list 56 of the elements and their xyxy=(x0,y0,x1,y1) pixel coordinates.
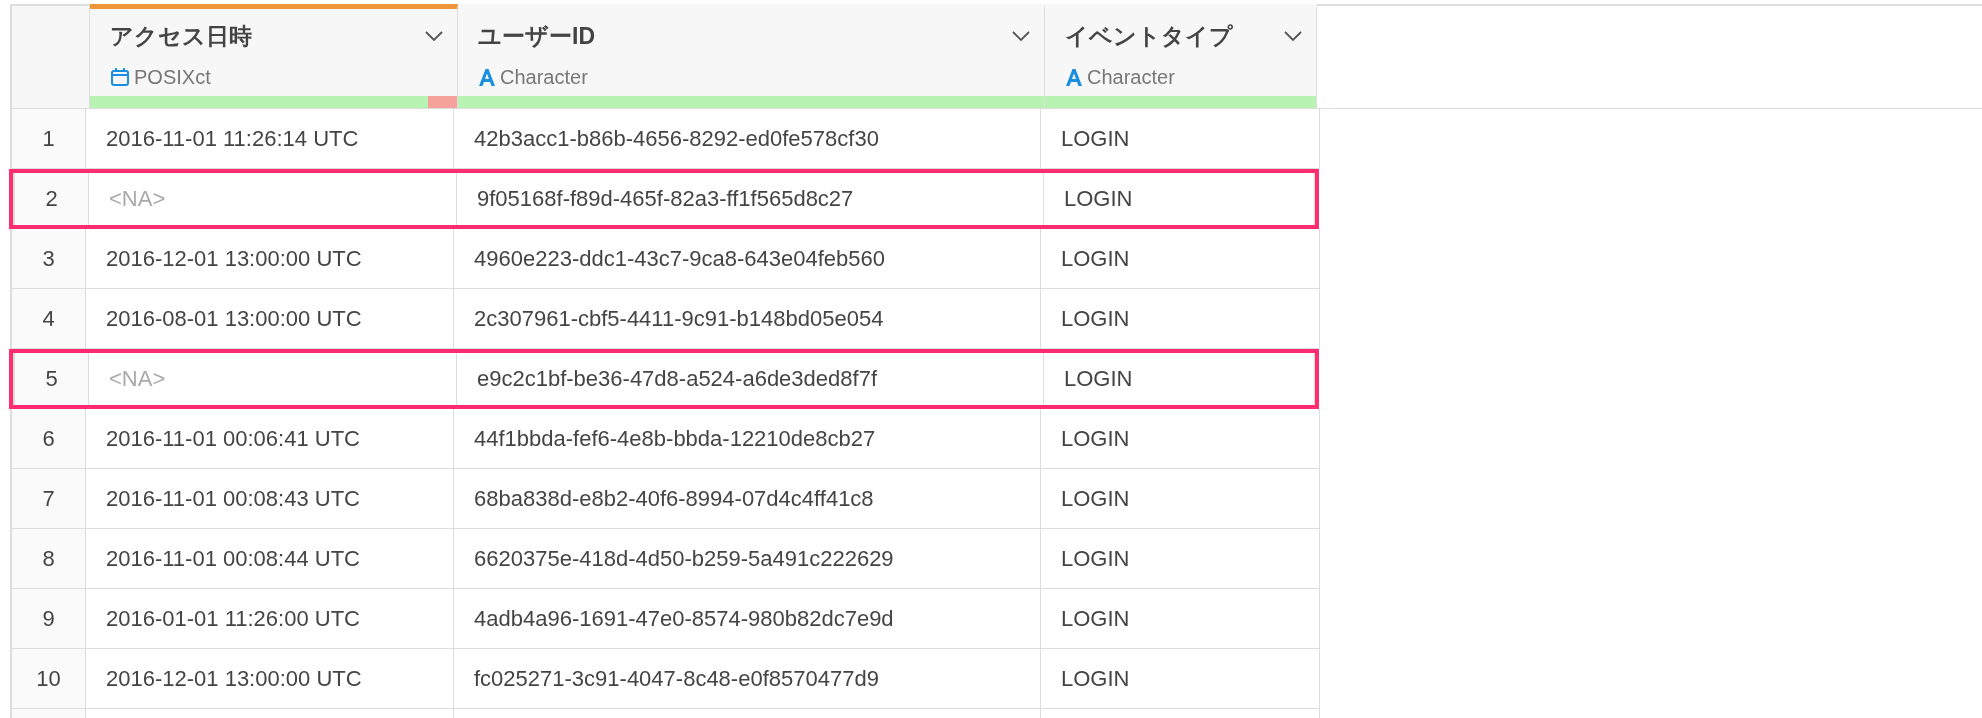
row-number: 2 xyxy=(13,173,89,225)
missing-share-bar xyxy=(427,96,457,108)
column-header[interactable]: アクセス日時 POSIXct xyxy=(90,4,458,108)
chevron-down-icon[interactable] xyxy=(1284,31,1302,42)
chevron-down-icon[interactable] xyxy=(425,31,443,42)
table-cell: 9f05168f-f89d-465f-82a3-ff1f565d8c27 xyxy=(457,173,1044,225)
table-cell: <NA> xyxy=(89,173,457,225)
letter-a-icon xyxy=(1065,67,1083,87)
column-type: Character xyxy=(1087,65,1175,89)
table-cell: 2016-11-01 11:26:14 UTC xyxy=(86,109,454,168)
table-cell: LOGIN xyxy=(1041,409,1320,468)
column-header[interactable]: ユーザーID Character xyxy=(458,4,1045,108)
column-title: ユーザーID xyxy=(478,22,595,51)
table-cell: 4960e223-ddc1-43c7-9ca8-643e04feb560 xyxy=(454,229,1041,288)
table-cell: 2016-08-01 13:00:00 UTC xyxy=(86,289,454,348)
table-cell: 42b3acc1-b86b-4656-8292-ed0fe578cf30 xyxy=(454,109,1041,168)
table-cell: 2016-11-01 00:06:41 UTC xyxy=(86,409,454,468)
row-number: 6 xyxy=(10,409,86,468)
calendar-icon xyxy=(110,67,130,87)
table-cell: 6620375e-418d-4d50-b259-5a491c222629 xyxy=(454,529,1041,588)
table-cell: 2016-12-01 13:00:00 UTC xyxy=(86,229,454,288)
row-number: 3 xyxy=(10,229,86,288)
table-cell: LOGIN xyxy=(1041,529,1320,588)
column-type: POSIXct xyxy=(134,65,211,89)
table-cell: 2016-01-01 11:26:00 UTC xyxy=(86,589,454,648)
column-title: アクセス日時 xyxy=(110,22,252,51)
row-number: 10 xyxy=(10,649,86,708)
table-cell: 68ba838d-e8b2-40f6-8994-07d4c4ff41c8 xyxy=(454,469,1041,528)
table-cell: LOGIN xyxy=(1041,109,1320,168)
row-number: 5 xyxy=(13,353,89,405)
row-number: 9 xyxy=(10,589,86,648)
table-cell: LOGIN xyxy=(1041,649,1320,708)
table-cell: LOGIN xyxy=(1041,289,1320,348)
column-type: Character xyxy=(500,65,588,89)
table-cell: 2c307961-cbf5-4411-9c91-b148bd05e054 xyxy=(454,289,1041,348)
letter-a-icon xyxy=(478,67,496,87)
column-header[interactable]: イベントタイプ Character xyxy=(1045,4,1317,108)
chevron-down-icon[interactable] xyxy=(1012,31,1030,42)
table-cell: 2016-12-01 13:00:00 UTC xyxy=(86,649,454,708)
table-cell: 2016-11-01 00:08:43 UTC xyxy=(86,469,454,528)
row-number: 4 xyxy=(10,289,86,348)
table-cell: <NA> xyxy=(89,353,457,405)
table-cell: LOGIN xyxy=(1044,173,1315,225)
table-cell: 4adb4a96-1691-47e0-8574-980b82dc7e9d xyxy=(454,589,1041,648)
row-number: 1 xyxy=(10,109,86,168)
table-cell: LOGIN xyxy=(1041,469,1320,528)
table-cell: LOGIN xyxy=(1041,589,1320,648)
table-cell: e9c2c1bf-be36-47d8-a524-a6de3ded8f7f xyxy=(457,353,1044,405)
table-cell: 44f1bbda-fef6-4e8b-bbda-12210de8cb27 xyxy=(454,409,1041,468)
row-number: 8 xyxy=(10,529,86,588)
column-title: イベントタイプ xyxy=(1065,22,1233,51)
table-cell: fc025271-3c91-4047-8c48-e0f8570477d9 xyxy=(454,649,1041,708)
table-cell: LOGIN xyxy=(1044,353,1315,405)
table-cell: LOGIN xyxy=(1041,229,1320,288)
row-number: 7 xyxy=(10,469,86,528)
table-cell: 2016-11-01 00:08:44 UTC xyxy=(86,529,454,588)
